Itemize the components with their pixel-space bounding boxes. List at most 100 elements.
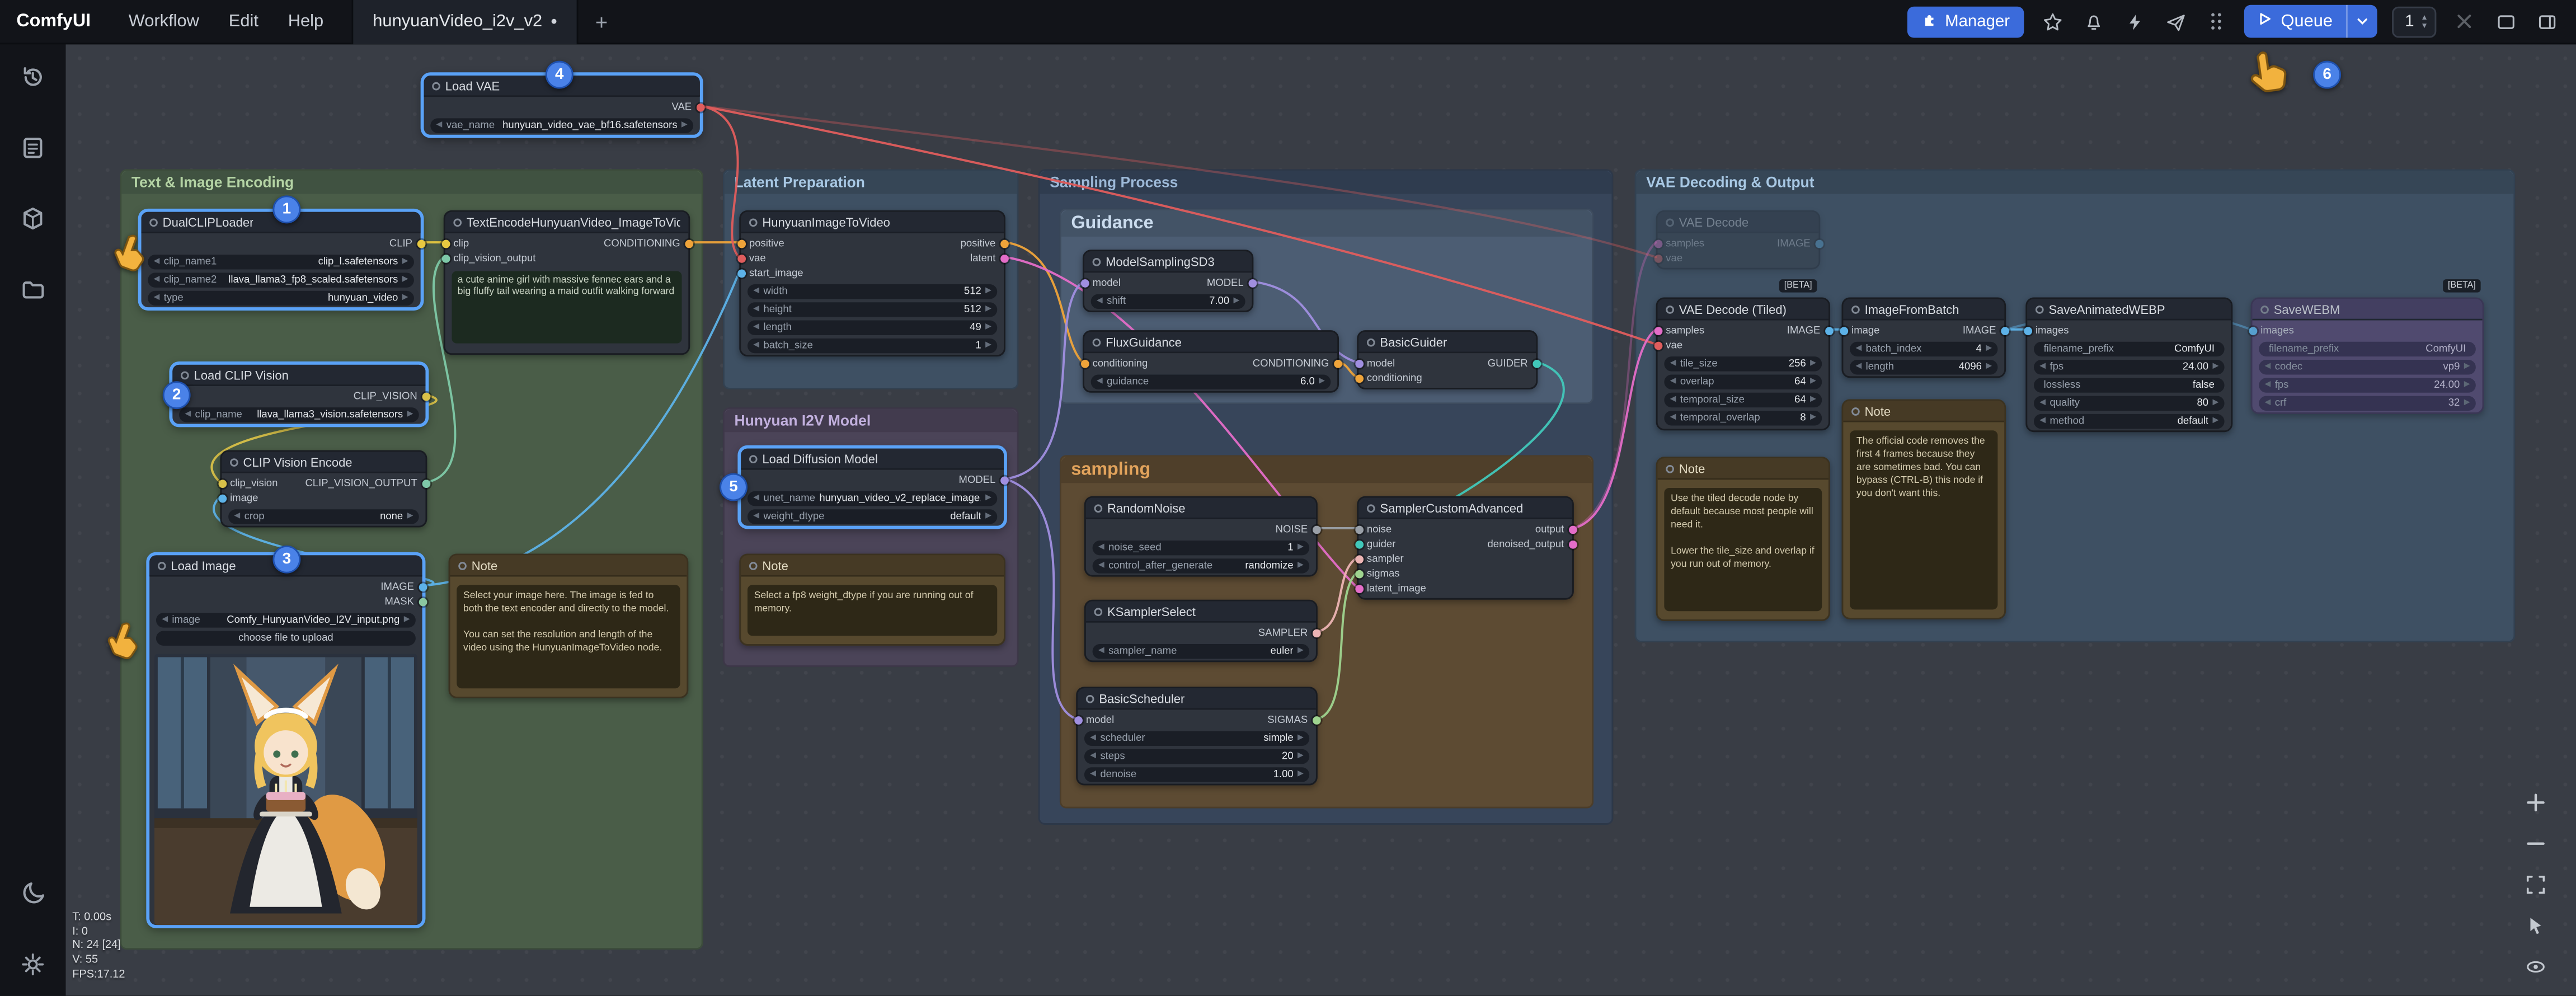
zoom-out-icon[interactable] bbox=[2522, 830, 2550, 858]
node-title[interactable]: KSamplerSelect bbox=[1086, 602, 1316, 623]
collapse-dot-icon[interactable] bbox=[149, 218, 158, 226]
widget-codec[interactable]: ◀codecvp9▶ bbox=[2259, 360, 2476, 374]
zoom-in-icon[interactable] bbox=[2522, 788, 2550, 816]
node-saveanimatedwebp[interactable]: SaveAnimatedWEBPimagesfilename_prefixCom… bbox=[2025, 297, 2232, 432]
output-slot-SAMPLER[interactable]: SAMPLER bbox=[1258, 628, 1320, 640]
note-text[interactable]: The official code removes the first 4 fr… bbox=[1850, 430, 1997, 610]
theme-toggle-moon-icon[interactable] bbox=[18, 879, 48, 909]
output-slot-VAE[interactable]: VAE bbox=[671, 102, 704, 114]
input-slot-start_image[interactable]: start_image bbox=[737, 268, 803, 280]
widget-crf[interactable]: ◀crf32▶ bbox=[2259, 396, 2476, 411]
input-slot-sigmas[interactable]: sigmas bbox=[1355, 569, 1400, 580]
collapse-dot-icon[interactable] bbox=[1666, 305, 1674, 313]
node-note-tiled-decode[interactable]: NoteUse the tiled decode node by default… bbox=[1656, 457, 1830, 621]
input-slot-image[interactable]: image bbox=[1839, 325, 1879, 337]
node-basicguider[interactable]: BasicGuidermodelGUIDERconditioning bbox=[1357, 330, 1538, 389]
output-slot-IMAGE[interactable]: IMAGE bbox=[1963, 325, 2009, 337]
interrupt-icon[interactable] bbox=[2451, 8, 2478, 35]
output-slot-CONDITIONING[interactable]: CONDITIONING bbox=[604, 238, 693, 250]
collapse-dot-icon[interactable] bbox=[1094, 607, 1103, 616]
input-slot-image[interactable]: image bbox=[218, 493, 258, 505]
note-text[interactable]: Select a fp8 weight_dtype if you are run… bbox=[748, 584, 997, 636]
batch-count-stepper[interactable]: 1 ▲▼ bbox=[2392, 6, 2437, 37]
image-preview[interactable] bbox=[154, 653, 417, 924]
node-clip-vision-encode[interactable]: CLIP Vision Encodeclip_visionCLIP_VISION… bbox=[220, 450, 427, 528]
widget-clip_name2[interactable]: ◀clip_name2llava_llama3_fp8_scaled.safet… bbox=[148, 273, 414, 287]
widget-height[interactable]: ◀height512▶ bbox=[748, 302, 997, 317]
node-title[interactable]: FluxGuidance bbox=[1084, 332, 1337, 353]
node-title[interactable]: ModelSamplingSD3 bbox=[1084, 251, 1252, 273]
node-load-clip-vision[interactable]: Load CLIP VisionCLIP_VISION◀clip_namella… bbox=[171, 363, 427, 426]
input-slot-model[interactable]: model bbox=[1355, 358, 1395, 370]
widget-unet_name[interactable]: ◀unet_namehunyuan_video_v2_replace_image… bbox=[748, 491, 997, 506]
collapse-dot-icon[interactable] bbox=[1093, 257, 1101, 266]
output-slot-SIGMAS[interactable]: SIGMAS bbox=[1267, 715, 1320, 726]
widget-guidance[interactable]: ◀guidance6.0▶ bbox=[1091, 374, 1331, 389]
widget-fps[interactable]: ◀fps24.00▶ bbox=[2259, 378, 2476, 392]
output-slot-positive[interactable]: positive bbox=[961, 238, 1008, 250]
output-slot-denoised_output[interactable]: denoised_output bbox=[1487, 539, 1576, 551]
lightning-icon[interactable] bbox=[2122, 8, 2148, 35]
collapse-dot-icon[interactable] bbox=[158, 561, 166, 570]
node-load-diffusion-model[interactable]: Load Diffusion ModelMODEL◀unet_namehunyu… bbox=[739, 447, 1005, 528]
menu-workflow[interactable]: Workflow bbox=[114, 12, 214, 31]
note-text[interactable]: Use the tiled decode node by default bec… bbox=[1664, 487, 1822, 612]
node-note-weight-dtype[interactable]: Note Select a fp8 weight_dtype if you are… bbox=[739, 553, 1005, 645]
drag-handle-icon[interactable] bbox=[2203, 8, 2230, 35]
widget-scheduler[interactable]: ◀schedulersimple▶ bbox=[1084, 731, 1309, 746]
input-slot-conditioning[interactable]: conditioning bbox=[1080, 358, 1148, 370]
collapse-dot-icon[interactable] bbox=[1851, 407, 1860, 415]
node-savewebm[interactable]: SaveWEBMimagesfilename_prefixComfyUI◀cod… bbox=[2251, 297, 2484, 414]
manager-button[interactable]: Manager bbox=[1907, 6, 2025, 37]
node-note-image[interactable]: NoteSelect your image here. The image is… bbox=[449, 553, 689, 698]
node-randomnoise[interactable]: RandomNoiseNOISE◀noise_seed1▶◀control_af… bbox=[1084, 496, 1318, 577]
input-slot-images[interactable]: images bbox=[2023, 325, 2069, 337]
node-basicscheduler[interactable]: BasicSchedulermodelSIGMAS◀schedulersimpl… bbox=[1076, 687, 1318, 785]
widget-clip_name[interactable]: ◀clip_namellava_llama3_vision.safetensor… bbox=[179, 407, 419, 422]
star-icon[interactable] bbox=[2039, 8, 2066, 35]
output-slot-IMAGE[interactable]: IMAGE bbox=[380, 581, 426, 593]
output-slot-GUIDER[interactable]: GUIDER bbox=[1488, 358, 1540, 370]
node-title[interactable]: Note bbox=[741, 555, 1004, 576]
node-title[interactable]: VAE Decode bbox=[1658, 212, 1819, 233]
collapse-dot-icon[interactable] bbox=[1086, 694, 1094, 703]
output-slot-CLIP_VISION_OUTPUT[interactable]: CLIP_VISION_OUTPUT bbox=[305, 478, 429, 490]
menu-help[interactable]: Help bbox=[273, 12, 338, 31]
notification-bell-icon[interactable] bbox=[2080, 8, 2107, 35]
widget-steps[interactable]: ◀steps20▶ bbox=[1084, 749, 1309, 764]
output-slot-CLIP_VISION[interactable]: CLIP_VISION bbox=[354, 391, 430, 403]
collapse-dot-icon[interactable] bbox=[2036, 305, 2044, 313]
widget-type[interactable]: ◀typehunyuan_video▶ bbox=[148, 291, 414, 306]
workflows-folder-icon[interactable] bbox=[18, 274, 48, 304]
node-samplercustomadvanced[interactable]: SamplerCustomAdvancednoiseoutputguiderde… bbox=[1357, 496, 1574, 600]
widget-length[interactable]: ◀length4096▶ bbox=[1850, 360, 1997, 374]
node-title[interactable]: ImageFromBatch bbox=[1843, 299, 2004, 320]
output-slot-CLIP[interactable]: CLIP bbox=[389, 238, 425, 250]
widget-width[interactable]: ◀width512▶ bbox=[748, 284, 997, 299]
stepper-arrows[interactable]: ▲▼ bbox=[2420, 13, 2428, 30]
input-slot-clip[interactable]: clip bbox=[441, 238, 469, 250]
collapse-dot-icon[interactable] bbox=[181, 370, 189, 379]
node-imagefrombatch[interactable]: ImageFromBatchimageIMAGE◀batch_index4▶◀l… bbox=[1841, 297, 2006, 378]
input-slot-vae[interactable]: vae bbox=[1653, 340, 1682, 352]
collapse-dot-icon[interactable] bbox=[432, 81, 440, 90]
collapse-dot-icon[interactable] bbox=[230, 458, 238, 466]
output-slot-CONDITIONING[interactable]: CONDITIONING bbox=[1253, 358, 1342, 370]
output-slot-MASK[interactable]: MASK bbox=[384, 596, 426, 608]
select-pointer-icon[interactable] bbox=[2522, 912, 2550, 940]
node-title[interactable]: VAE Decode (Tiled) bbox=[1658, 299, 1828, 320]
widget-tile_size[interactable]: ◀tile_size256▶ bbox=[1664, 356, 1822, 371]
node-title[interactable]: HunyuanImageToVideo bbox=[741, 212, 1004, 233]
widget-control_after_generate[interactable]: ◀control_after_generaterandomize▶ bbox=[1093, 558, 1310, 573]
new-workflow-button[interactable]: + bbox=[579, 9, 624, 34]
input-slot-clip_vision_output[interactable]: clip_vision_output bbox=[441, 253, 535, 265]
widget-overlap[interactable]: ◀overlap64▶ bbox=[1664, 374, 1822, 389]
node-title[interactable]: CLIP Vision Encode bbox=[222, 452, 425, 473]
node-textencode-hunyuanvideo-imagetovideo[interactable]: TextEncodeHunyuanVideo_ImageToVideoclipC… bbox=[444, 210, 690, 355]
node-vae-decode[interactable]: VAE DecodesamplesIMAGEvae bbox=[1656, 210, 1821, 270]
node-note-first-frames[interactable]: Note The official code removes the first … bbox=[1841, 399, 2006, 619]
node-ksamplerselect[interactable]: KSamplerSelectSAMPLER◀sampler_nameeuler▶ bbox=[1084, 600, 1318, 663]
node-title[interactable]: Note bbox=[1843, 401, 2004, 422]
input-slot-model[interactable]: model bbox=[1080, 278, 1121, 289]
collapse-dot-icon[interactable] bbox=[1367, 504, 1375, 512]
